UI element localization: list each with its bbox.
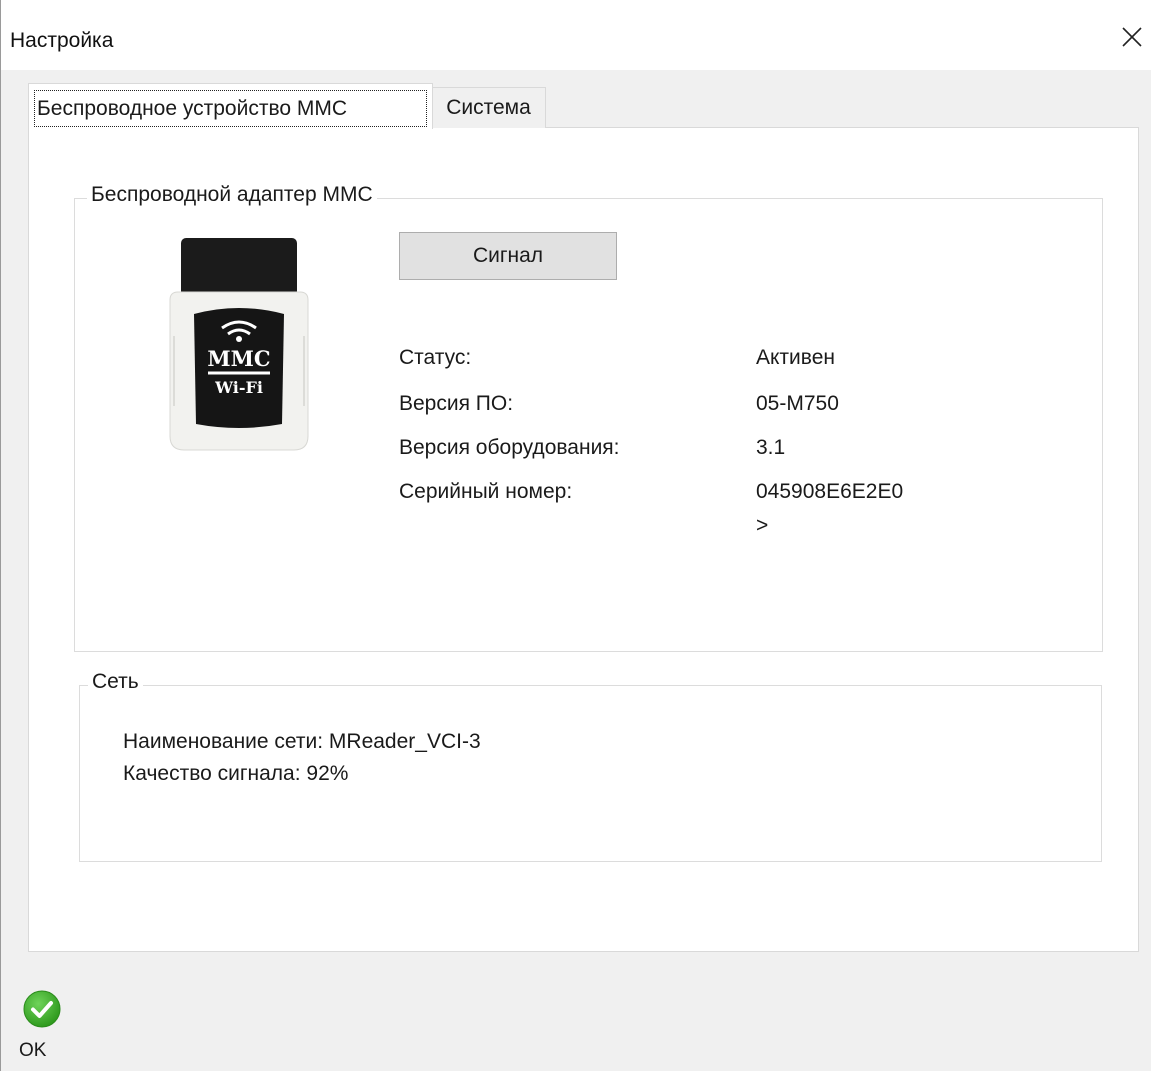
- signal-button[interactable]: Сигнал: [399, 232, 617, 280]
- settings-window: Настройка Беспроводное устройство MMC Си…: [0, 0, 1151, 1071]
- status-label: Статус:: [399, 346, 472, 369]
- ok-button[interactable]: OK: [15, 990, 67, 1068]
- tab-wireless-device[interactable]: Беспроводное устройство MMC: [28, 83, 433, 129]
- firmware-version-value: 05-M750: [756, 392, 839, 415]
- serial-number-label: Серийный номер:: [399, 480, 573, 503]
- tab-wireless-device-label: Беспроводное устройство MMC: [34, 90, 427, 127]
- serial-number-value-continuation: >: [756, 514, 769, 537]
- close-button[interactable]: [1112, 14, 1151, 60]
- close-icon: [1122, 27, 1142, 47]
- window-title: Настройка: [10, 29, 114, 52]
- signal-quality-text: Качество сигнала: 92%: [123, 762, 349, 785]
- ok-label: OK: [19, 1040, 47, 1061]
- hardware-version-label: Версия оборудования:: [399, 436, 620, 459]
- device-brand-text: MMC: [207, 346, 270, 371]
- tab-system-label: Система: [446, 96, 531, 119]
- firmware-version-label: Версия ПО:: [399, 392, 514, 415]
- adapter-groupbox-legend: Беспроводной адаптер MMC: [87, 183, 377, 207]
- hardware-version-value: 3.1: [756, 436, 786, 459]
- title-bar: Настройка: [1, 0, 1151, 70]
- serial-number-value: 045908E6E2E0: [756, 480, 904, 503]
- network-name-text: Наименование сети: MReader_VCI-3: [123, 730, 481, 753]
- tab-system[interactable]: Система: [431, 87, 546, 128]
- device-sublabel-text: Wi-Fi: [214, 378, 263, 397]
- status-value: Активен: [756, 346, 835, 369]
- wifi-adapter-icon: MMC Wi-Fi: [169, 238, 309, 451]
- network-groupbox-legend: Сеть: [88, 670, 143, 694]
- checkmark-icon: [23, 990, 61, 1028]
